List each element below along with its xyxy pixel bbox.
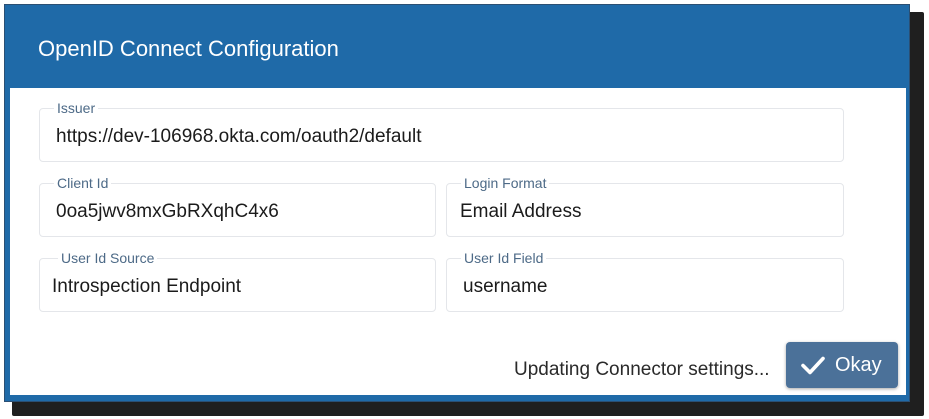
dialog-body: Issuer https://dev-106968.okta.com/oauth… [10, 88, 906, 395]
client-id-value: 0oa5jwv8mxGbRXqhC4x6 [56, 201, 279, 222]
status-text: Updating Connector settings... [514, 359, 770, 380]
openid-config-dialog: OpenID Connect Configuration Issuer http… [4, 4, 910, 402]
okay-button-label: Okay [835, 354, 882, 376]
client-id-label: Client Id [54, 174, 112, 192]
issuer-value: https://dev-106968.okta.com/oauth2/defau… [56, 126, 422, 147]
user-id-source-value: Introspection Endpoint [52, 276, 242, 297]
dialog-header: OpenID Connect Configuration [5, 5, 909, 88]
checkmark-icon [801, 356, 825, 375]
client-id-field[interactable]: Client Id 0oa5jwv8mxGbRXqhC4x6 [39, 174, 436, 237]
dialog-title: OpenID Connect Configuration [38, 36, 339, 61]
user-id-source-select[interactable]: User Id Source Introspection Endpoint [39, 249, 436, 312]
issuer-label: Issuer [54, 99, 99, 117]
user-id-source-label: User Id Source [58, 249, 158, 267]
user-id-field-value: username [463, 276, 548, 297]
login-format-select[interactable]: Login Format Email Address [446, 174, 844, 237]
issuer-field[interactable]: Issuer https://dev-106968.okta.com/oauth… [39, 99, 844, 162]
login-format-label: Login Format [461, 174, 550, 192]
login-format-value: Email Address [460, 201, 582, 222]
user-id-field-label: User Id Field [461, 249, 547, 267]
okay-button[interactable]: Okay [786, 342, 898, 388]
user-id-field[interactable]: User Id Field username [446, 249, 844, 312]
